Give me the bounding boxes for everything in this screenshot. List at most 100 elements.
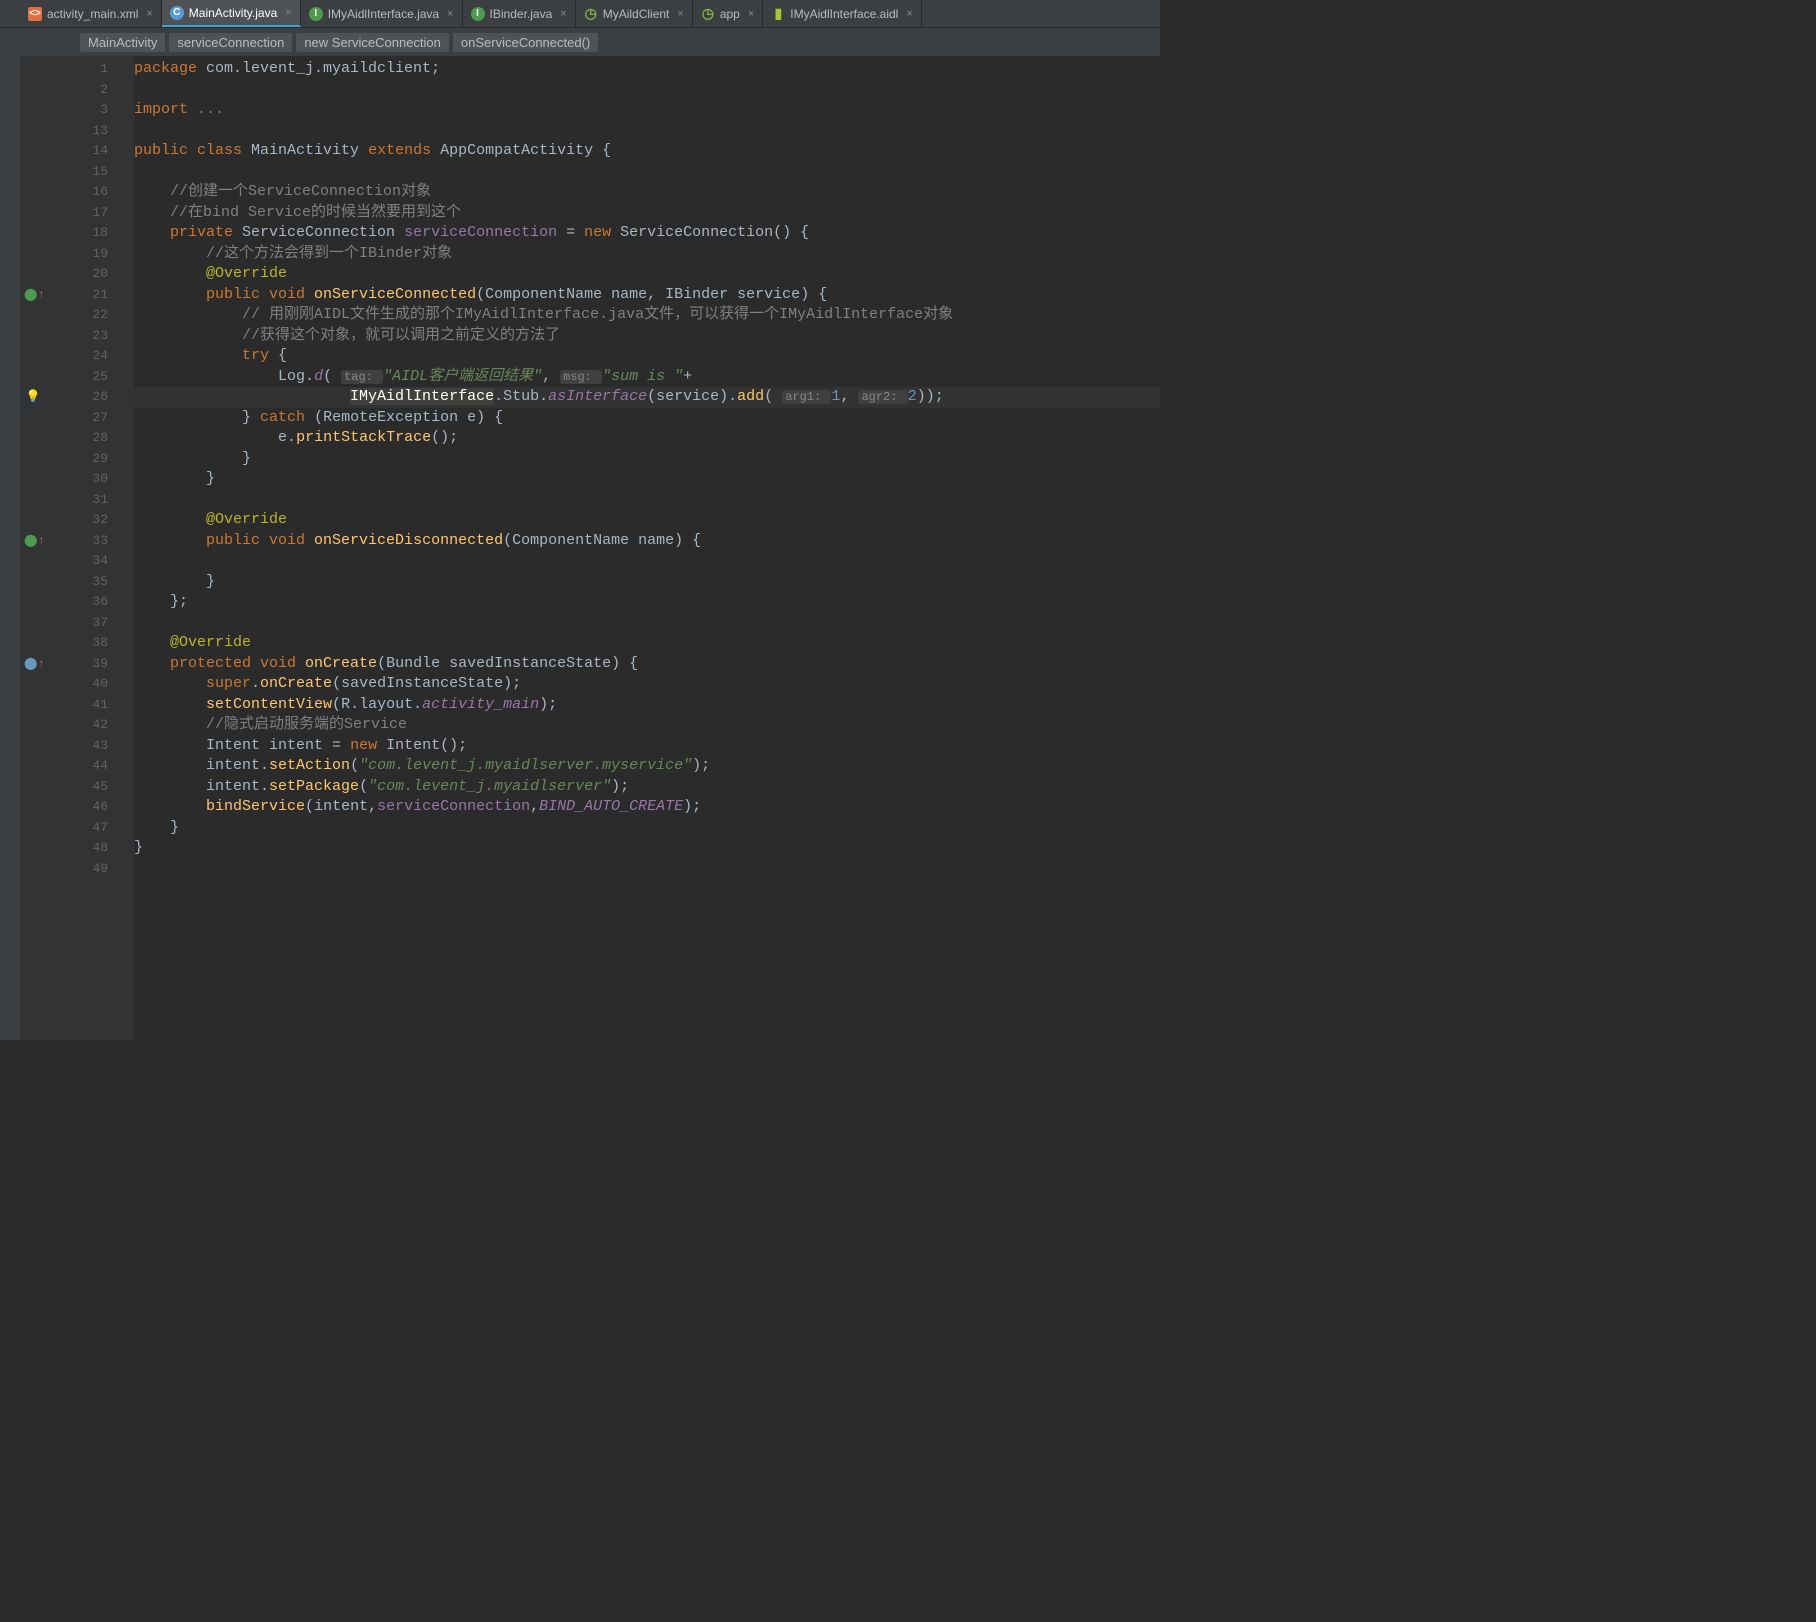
tab-IMyAidlInterface-aidl[interactable]: ▮IMyAidlInterface.aidl×	[763, 0, 921, 27]
code-line[interactable]: @Override	[134, 264, 1160, 285]
code-line[interactable]: }	[134, 838, 1160, 859]
code-line[interactable]: intent.setPackage("com.levent_j.myaidlse…	[134, 777, 1160, 798]
code-line[interactable]: //创建一个ServiceConnection对象	[134, 182, 1160, 203]
breadcrumb-item[interactable]: onServiceConnected()	[453, 33, 598, 52]
code-line[interactable]: //在bind Service的时候当然要用到这个	[134, 203, 1160, 224]
tabs-bar: <>activity_main.xml×CMainActivity.java×I…	[0, 0, 1160, 28]
tab-MyAildClient[interactable]: ◷MyAildClient×	[576, 0, 693, 27]
java-interface-icon: I	[309, 7, 323, 21]
line-number: 20	[50, 264, 108, 285]
code-line[interactable]: @Override	[134, 633, 1160, 654]
line-number: 44	[50, 756, 108, 777]
code-line[interactable]: try {	[134, 346, 1160, 367]
code-line[interactable]: }	[134, 449, 1160, 470]
line-number: 28	[50, 428, 108, 449]
tab-activity_main-xml[interactable]: <>activity_main.xml×	[20, 0, 162, 27]
code-line[interactable]: private ServiceConnection serviceConnect…	[134, 223, 1160, 244]
override-marker-icon[interactable]: ⬤↑	[24, 285, 42, 306]
line-number: 3	[50, 100, 108, 121]
close-icon[interactable]: ×	[677, 8, 683, 20]
code-line[interactable]	[134, 490, 1160, 511]
code-line[interactable]: import ...	[134, 100, 1160, 121]
line-number: 19	[50, 244, 108, 265]
code-line[interactable]: public class MainActivity extends AppCom…	[134, 141, 1160, 162]
line-number: 39	[50, 654, 108, 675]
java-class-icon: C	[170, 6, 184, 20]
line-number: 21	[50, 285, 108, 306]
breadcrumb-item[interactable]: MainActivity	[80, 33, 165, 52]
code-area[interactable]: package com.levent_j.myaildclient;import…	[134, 56, 1160, 1040]
tab-label: IMyAidlInterface.aidl	[790, 7, 898, 21]
code-line[interactable]	[134, 859, 1160, 880]
line-number: 42	[50, 715, 108, 736]
line-number: 27	[50, 408, 108, 429]
tab-app[interactable]: ◷app×	[693, 0, 763, 27]
tab-IMyAidlInterface-java[interactable]: IIMyAidlInterface.java×	[301, 0, 463, 27]
code-line[interactable]: protected void onCreate(Bundle savedInst…	[134, 654, 1160, 675]
line-number: 40	[50, 674, 108, 695]
code-line[interactable]	[134, 162, 1160, 183]
line-number: 49	[50, 859, 108, 880]
line-number: 47	[50, 818, 108, 839]
intention-bulb-icon[interactable]: 💡	[24, 387, 42, 408]
close-icon[interactable]: ×	[146, 8, 152, 20]
code-line[interactable]: e.printStackTrace();	[134, 428, 1160, 449]
code-line[interactable]: intent.setAction("com.levent_j.myaidlser…	[134, 756, 1160, 777]
tab-label: app	[720, 7, 740, 21]
close-icon[interactable]: ×	[748, 8, 754, 20]
code-line[interactable]: }	[134, 572, 1160, 593]
code-line[interactable]: public void onServiceDisconnected(Compon…	[134, 531, 1160, 552]
code-line[interactable]: } catch (RemoteException e) {	[134, 408, 1160, 429]
close-icon[interactable]: ×	[447, 8, 453, 20]
code-line[interactable]: @Override	[134, 510, 1160, 531]
code-line[interactable]: // 用刚刚AIDL文件生成的那个IMyAidlInterface.java文件…	[134, 305, 1160, 326]
fold-column[interactable]	[120, 56, 134, 1040]
line-number: 31	[50, 490, 108, 511]
line-number: 13	[50, 121, 108, 142]
code-line[interactable]: }	[134, 818, 1160, 839]
code-line[interactable]: Log.d( tag: "AIDL客户端返回结果", msg: "sum is …	[134, 367, 1160, 388]
override-marker-icon[interactable]: ⬤↑	[24, 654, 42, 675]
code-line[interactable]	[134, 551, 1160, 572]
code-line[interactable]: //隐式启动服务端的Service	[134, 715, 1160, 736]
code-line[interactable]: package com.levent_j.myaildclient;	[134, 59, 1160, 80]
tab-label: MyAildClient	[603, 7, 670, 21]
code-line[interactable]: IMyAidlInterface.Stub.asInterface(servic…	[134, 387, 1160, 408]
line-number: 25	[50, 367, 108, 388]
breadcrumb-item[interactable]: serviceConnection	[169, 33, 292, 52]
code-line[interactable]: //获得这个对象，就可以调用之前定义的方法了	[134, 326, 1160, 347]
code-line[interactable]: public void onServiceConnected(Component…	[134, 285, 1160, 306]
tool-window-bar	[0, 56, 20, 1040]
tab-label: IBinder.java	[490, 7, 553, 21]
line-number: 33	[50, 531, 108, 552]
close-icon[interactable]: ×	[560, 8, 566, 20]
tab-IBinder-java[interactable]: IIBinder.java×	[463, 0, 576, 27]
ide-editor: <>activity_main.xml×CMainActivity.java×I…	[0, 0, 1160, 1040]
line-number: 26	[50, 387, 108, 408]
close-icon[interactable]: ×	[285, 7, 291, 19]
code-line[interactable]	[134, 613, 1160, 634]
code-line[interactable]	[134, 80, 1160, 101]
inlay-hint: tag:	[341, 370, 383, 384]
line-number: 23	[50, 326, 108, 347]
code-line[interactable]: };	[134, 592, 1160, 613]
line-number: 45	[50, 777, 108, 798]
gutter-icons: ⬤↑ 💡 ⬤↑ ⬤↑	[20, 56, 50, 1040]
code-line[interactable]: }	[134, 469, 1160, 490]
breadcrumb-item[interactable]: new ServiceConnection	[296, 33, 449, 52]
line-number: 35	[50, 572, 108, 593]
code-line[interactable]: setContentView(R.layout.activity_main);	[134, 695, 1160, 716]
code-line[interactable]: bindService(intent,serviceConnection,BIN…	[134, 797, 1160, 818]
line-number: 46	[50, 797, 108, 818]
code-line[interactable]	[134, 121, 1160, 142]
tab-MainActivity-java[interactable]: CMainActivity.java×	[162, 0, 301, 27]
override-marker-icon[interactable]: ⬤↑	[24, 531, 42, 552]
close-icon[interactable]: ×	[906, 8, 912, 20]
code-line[interactable]: Intent intent = new Intent();	[134, 736, 1160, 757]
line-number-gutter: 1231314151617181920212223242526272829303…	[50, 56, 120, 1040]
line-number: 48	[50, 838, 108, 859]
xml-icon: <>	[28, 7, 42, 21]
code-line[interactable]: //这个方法会得到一个IBinder对象	[134, 244, 1160, 265]
line-number: 24	[50, 346, 108, 367]
code-line[interactable]: super.onCreate(savedInstanceState);	[134, 674, 1160, 695]
